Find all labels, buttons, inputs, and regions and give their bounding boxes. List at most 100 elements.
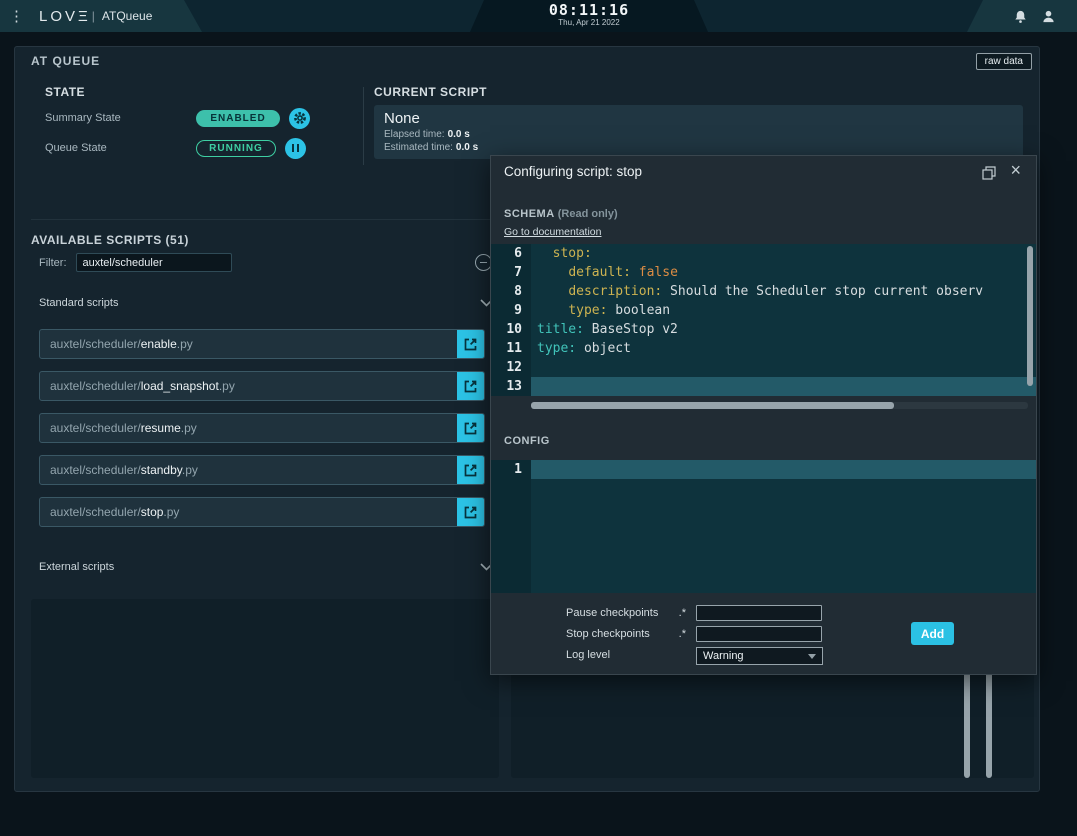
close-icon[interactable]: × bbox=[1010, 160, 1021, 182]
script-list-item[interactable]: auxtel/scheduler/load_snapshot.py bbox=[39, 371, 485, 401]
line-number: 1 bbox=[491, 460, 531, 479]
script-list-item[interactable]: auxtel/scheduler/resume.py bbox=[39, 413, 485, 443]
add-button[interactable]: Add bbox=[911, 622, 954, 645]
modal-title: Configuring script: stop bbox=[504, 164, 642, 179]
external-scripts-header[interactable]: External scripts bbox=[39, 561, 493, 573]
launch-script-icon bbox=[463, 379, 478, 394]
queue-state-row: Queue State RUNNING bbox=[45, 137, 361, 159]
line-number: 13 bbox=[491, 377, 531, 396]
script-list-item[interactable]: auxtel/scheduler/stop.py bbox=[39, 497, 485, 527]
schema-label: SCHEMA bbox=[504, 208, 555, 220]
clock-time: 08:11:16 bbox=[470, 1, 708, 19]
schema-vertical-scrollbar[interactable] bbox=[1027, 246, 1033, 386]
estimated-time-value: 0.0 s bbox=[456, 142, 478, 153]
chevron-down-icon bbox=[808, 654, 816, 659]
vertical-divider bbox=[363, 87, 364, 165]
log-level-label: Log level bbox=[566, 649, 610, 661]
gear-icon bbox=[293, 111, 307, 125]
scrollbar-thumb[interactable] bbox=[531, 402, 894, 409]
standard-scripts-header[interactable]: Standard scripts bbox=[39, 297, 493, 309]
code-line: 8 description: Should the Scheduler stop… bbox=[491, 282, 1036, 301]
estimated-time: Estimated time:0.0 s bbox=[384, 142, 1013, 153]
line-number: 6 bbox=[491, 244, 531, 263]
line-number: 12 bbox=[491, 358, 531, 377]
app-title: ATQueue bbox=[102, 9, 152, 23]
schema-horizontal-scrollbar[interactable] bbox=[531, 402, 1028, 409]
raw-data-button[interactable]: raw data bbox=[976, 53, 1032, 70]
launch-script-button[interactable] bbox=[457, 372, 484, 400]
panel-title: AT QUEUE bbox=[31, 54, 100, 68]
pause-checkpoints-regex: .* bbox=[679, 607, 686, 619]
standard-scripts-label: Standard scripts bbox=[39, 297, 118, 309]
pause-queue-button[interactable] bbox=[285, 138, 306, 159]
filter-input[interactable] bbox=[76, 253, 232, 272]
stop-checkpoints-row: Stop checkpoints .* bbox=[491, 626, 1036, 644]
summary-state-label: Summary State bbox=[45, 112, 196, 124]
log-level-row: Log level Warning bbox=[491, 647, 1036, 665]
script-list-item[interactable]: auxtel/scheduler/standby.py bbox=[39, 455, 485, 485]
filter-row: Filter: bbox=[39, 253, 232, 272]
user-icon[interactable] bbox=[1041, 9, 1056, 24]
launch-script-button[interactable] bbox=[457, 330, 484, 358]
config-editor[interactable]: 1 bbox=[491, 460, 1036, 593]
code-line: 6 stop: bbox=[491, 244, 1036, 263]
popout-icon[interactable] bbox=[982, 166, 996, 180]
state-settings-button[interactable] bbox=[289, 108, 310, 129]
current-script-title: CURRENT SCRIPT bbox=[374, 85, 1023, 99]
configure-script-modal: Configuring script: stop × SCHEMA (Read … bbox=[490, 155, 1037, 675]
summary-state-row: Summary State ENABLED bbox=[45, 107, 361, 129]
current-script-section: CURRENT SCRIPT None Elapsed time: 0.0 s E… bbox=[374, 85, 1023, 159]
clock-date: Thu, Apr 21 2022 bbox=[470, 18, 708, 27]
scrollbar-thumb[interactable] bbox=[964, 671, 970, 778]
navbar-right bbox=[967, 0, 1077, 32]
stop-checkpoints-input[interactable] bbox=[696, 626, 822, 642]
config-label: CONFIG bbox=[504, 435, 550, 447]
pause-checkpoints-row: Pause checkpoints .* bbox=[491, 605, 1036, 623]
filter-label: Filter: bbox=[39, 257, 67, 269]
launch-script-button[interactable] bbox=[457, 498, 484, 526]
line-number: 7 bbox=[491, 263, 531, 282]
state-section: STATE Summary State ENABLED Queue State … bbox=[45, 85, 361, 159]
stop-checkpoints-regex: .* bbox=[679, 628, 686, 640]
notifications-bell-icon[interactable] bbox=[1013, 9, 1028, 24]
script-path: auxtel/scheduler/enable.py bbox=[50, 337, 193, 351]
script-path: auxtel/scheduler/standby.py bbox=[50, 463, 198, 477]
code-line: 1 bbox=[491, 460, 1036, 479]
documentation-link[interactable]: Go to documentation bbox=[504, 226, 601, 238]
logo-separator: | bbox=[92, 9, 95, 23]
schema-editor[interactable]: 6 stop:7 default: false8 description: Sh… bbox=[491, 244, 1036, 396]
launch-script-icon bbox=[463, 337, 478, 352]
current-script-card: None Elapsed time: 0.0 s Estimated time:0… bbox=[374, 105, 1023, 159]
log-level-select[interactable]: Warning bbox=[696, 647, 823, 665]
clock: 08:11:16 Thu, Apr 21 2022 bbox=[470, 0, 708, 32]
launch-script-icon bbox=[463, 505, 478, 520]
script-path: auxtel/scheduler/stop.py bbox=[50, 505, 179, 519]
summary-state-badge: ENABLED bbox=[196, 110, 280, 127]
script-path: auxtel/scheduler/load_snapshot.py bbox=[50, 379, 235, 393]
app: ⋮ LOVΞ | ATQueue 08:11:16 Thu, Apr 21 20… bbox=[0, 0, 1077, 836]
pause-checkpoints-input[interactable] bbox=[696, 605, 822, 621]
available-scripts-title: AVAILABLE SCRIPTS (51) bbox=[31, 233, 189, 247]
current-script-name: None bbox=[384, 110, 1013, 127]
state-section-title: STATE bbox=[45, 85, 361, 99]
elapsed-time-label: Elapsed time: bbox=[384, 129, 445, 140]
launch-script-icon bbox=[463, 463, 478, 478]
launch-script-icon bbox=[463, 421, 478, 436]
queue-state-badge: RUNNING bbox=[196, 140, 276, 157]
menu-icon[interactable]: ⋮ bbox=[9, 9, 24, 24]
script-list-item[interactable]: auxtel/scheduler/enable.py bbox=[39, 329, 485, 359]
code-line: 9 type: boolean bbox=[491, 301, 1036, 320]
line-number: 10 bbox=[491, 320, 531, 339]
external-scripts-label: External scripts bbox=[39, 561, 114, 573]
scrollbar-thumb[interactable] bbox=[986, 671, 992, 778]
launch-script-button[interactable] bbox=[457, 414, 484, 442]
launch-script-button[interactable] bbox=[457, 456, 484, 484]
log-level-value: Warning bbox=[703, 650, 744, 662]
stop-checkpoints-label: Stop checkpoints bbox=[566, 628, 650, 640]
pause-icon bbox=[292, 144, 300, 152]
navbar-left: ⋮ LOVΞ | ATQueue bbox=[0, 0, 202, 32]
schema-header: SCHEMA (Read only) bbox=[504, 208, 618, 220]
line-number: 8 bbox=[491, 282, 531, 301]
script-path: auxtel/scheduler/resume.py bbox=[50, 421, 197, 435]
estimated-time-label: Estimated time: bbox=[384, 142, 453, 153]
